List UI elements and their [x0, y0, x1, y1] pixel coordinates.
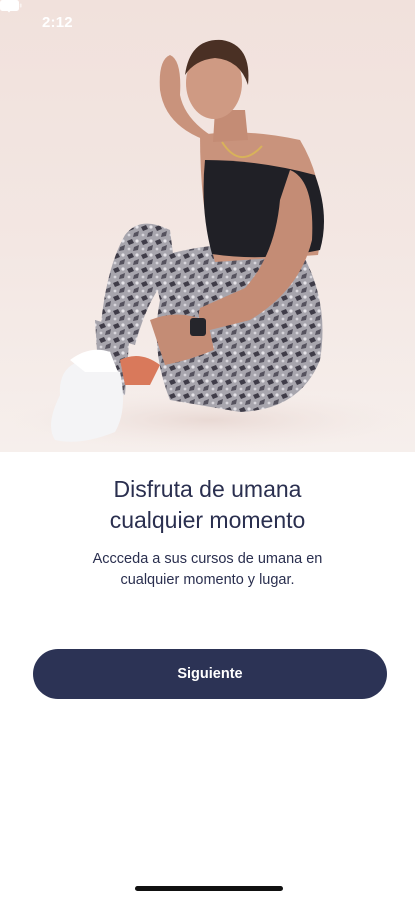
onboarding-panel: Disfruta de umana cualquier momento Accc… — [0, 452, 415, 900]
onboarding-title: Disfruta de umana cualquier momento — [0, 474, 415, 536]
onboarding-title-line: Disfruta de umana — [113, 476, 302, 502]
next-button[interactable]: Siguiente — [33, 649, 387, 699]
hero-photo-illustration — [10, 39, 410, 450]
onboarding-subtitle-line: cualquier momento y lugar. — [120, 572, 295, 588]
onboarding-subtitle-line: Accceda a sus cursos de umana en — [92, 551, 323, 567]
onboarding-title-line: cualquier momento — [109, 507, 306, 533]
hero-image: 2:12 — [0, 0, 415, 452]
onboarding-subtitle: Accceda a sus cursos de umana en cualqui… — [0, 549, 415, 591]
status-time: 2:12 — [42, 14, 73, 31]
battery-icon — [0, 0, 22, 11]
home-indicator[interactable] — [135, 886, 283, 891]
status-bar: 2:12 — [0, 0, 415, 44]
